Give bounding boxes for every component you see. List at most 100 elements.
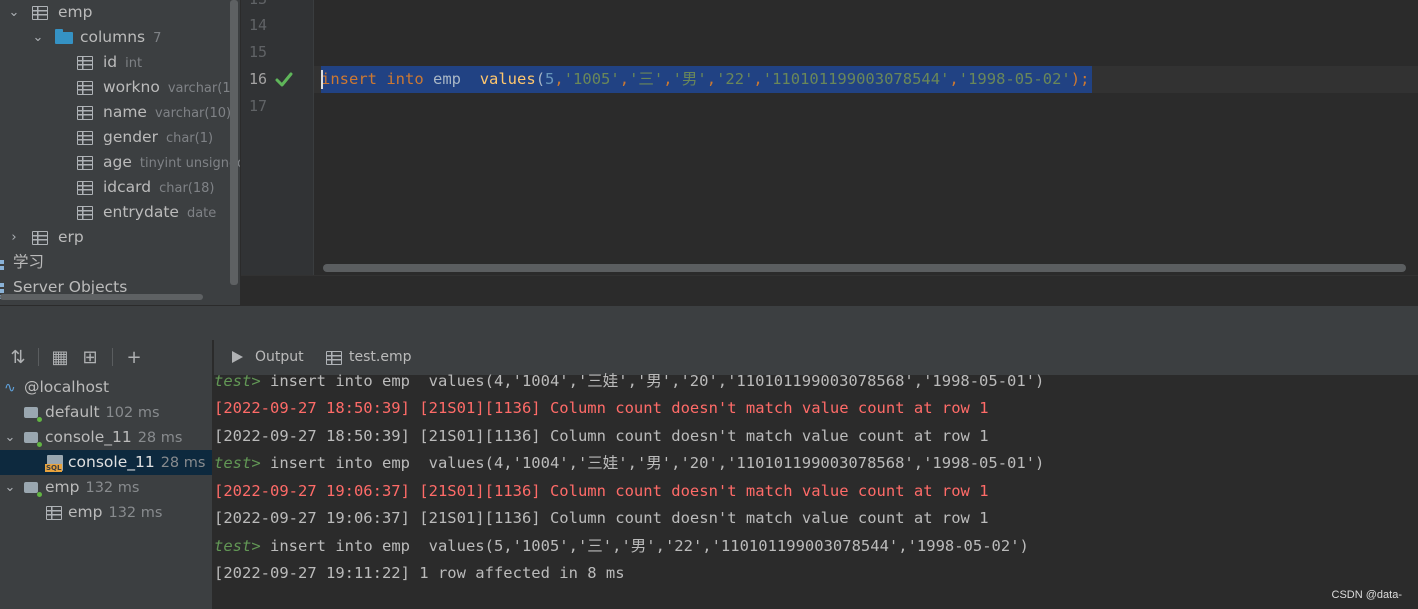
chevron-down-icon[interactable]: ⌄	[28, 25, 48, 50]
service-label: console_11	[45, 428, 132, 446]
columns-label: columns	[80, 28, 146, 46]
column-type: char(18)	[159, 181, 215, 196]
line-number-current: 16	[248, 70, 267, 88]
code-punct: ,	[753, 70, 763, 88]
gutter-separator	[313, 0, 314, 275]
output-command-line: test> insert into emp values(5,'1005','三…	[214, 533, 1029, 560]
tree-table-emp[interactable]: ⌄ emp	[0, 0, 240, 25]
tree-column-item[interactable]: id int	[0, 50, 240, 75]
service-label: console_11	[68, 453, 155, 471]
tree-column-item[interactable]: gender char(1)	[0, 125, 240, 150]
code-keyword: values	[479, 70, 536, 88]
code-string: '1998-05-02'	[958, 70, 1071, 88]
table-icon	[326, 351, 342, 365]
line-number: 17	[248, 97, 267, 115]
column-type: varchar(10)	[154, 106, 232, 121]
tree-column-item[interactable]: entrydate date	[0, 200, 240, 225]
table-icon	[32, 231, 48, 245]
code-string: '1005'	[563, 70, 620, 88]
editor-horizontal-scrollbar[interactable]	[323, 264, 1406, 272]
session-icon	[24, 482, 42, 497]
chevron-down-icon[interactable]: ⌄	[4, 0, 24, 25]
output-command-text: insert into emp values(4,'1004','三娃','男'…	[260, 454, 1045, 472]
services-toolbar: ⇅ ▦ ⊞ +	[0, 340, 212, 375]
code-punct: ,	[554, 70, 564, 88]
service-item-default[interactable]: default 102 ms	[0, 400, 212, 425]
column-name: id	[103, 53, 118, 71]
output-error-line: [2022-09-27 18:50:39] [21S01][1136] Colu…	[214, 399, 989, 417]
tree-column-item[interactable]: age tinyint unsigned	[0, 150, 240, 175]
tree-column-item[interactable]: idcard char(18)	[0, 175, 240, 200]
output-error-line: [2022-09-27 19:06:37] [21S01][1136] Colu…	[214, 482, 989, 500]
output-command-text: insert into emp values(5,'1005','三','男',…	[260, 537, 1029, 555]
code-line-selected[interactable]: insert into emp values(5,'1005','三','男',…	[321, 66, 1093, 93]
collapse-all-icon[interactable]: ⇅	[8, 348, 28, 368]
output-info-line: [2022-09-27 19:11:22] 1 row affected in …	[214, 564, 625, 582]
service-duration: 28 ms	[137, 430, 183, 446]
toolbar-separator	[112, 348, 113, 366]
service-item-console[interactable]: ⌄ console_11 28 ms	[0, 425, 212, 450]
mysql-dolphin-icon: ∿	[4, 380, 16, 396]
service-duration: 102 ms	[105, 405, 160, 421]
tree-vertical-scrollbar[interactable]	[230, 0, 238, 285]
service-label: default	[45, 403, 100, 421]
editor-gutter: 13 14 15 16 17	[241, 0, 313, 275]
tree-columns-text: columns 7	[80, 25, 161, 51]
tree-column-item[interactable]: workno varchar(10)	[0, 75, 240, 100]
output-info-line: [2022-09-27 19:06:37] [21S01][1136] Colu…	[214, 509, 989, 527]
code-string: '男'	[672, 70, 707, 88]
folder-icon	[55, 29, 73, 44]
column-name: workno	[103, 78, 160, 96]
database-tree: ⌄ emp ⌄ columns 7 id int workno varchar(10)…	[0, 0, 240, 305]
column-name: idcard	[103, 178, 152, 196]
add-icon[interactable]: +	[124, 348, 144, 368]
console-prompt: test>	[214, 454, 261, 472]
line-number: 15	[248, 43, 267, 61]
new-tab-icon[interactable]: ⊞	[80, 348, 100, 368]
table-icon	[46, 506, 62, 520]
sql-editor[interactable]: 13 14 15 16 17 insert into emp values(5,…	[241, 0, 1418, 306]
column-icon	[77, 156, 93, 170]
table-icon	[32, 6, 48, 20]
code-string: '22'	[716, 70, 754, 88]
column-type: tinyint unsigned	[139, 156, 240, 171]
service-duration: 28 ms	[160, 455, 206, 471]
service-item-console-selected[interactable]: SQL console_11 28 ms	[0, 450, 212, 475]
column-type: int	[125, 56, 143, 71]
service-item-emp-table[interactable]: emp 132 ms	[0, 500, 212, 525]
code-punct: ,	[949, 70, 959, 88]
code-identifier: emp	[433, 70, 462, 88]
column-name: age	[103, 153, 132, 171]
column-icon	[77, 56, 93, 70]
service-item-emp[interactable]: ⌄ emp 132 ms	[0, 475, 212, 500]
chevron-right-icon[interactable]: ›	[4, 225, 24, 250]
session-icon	[24, 407, 42, 422]
tree-table-erp[interactable]: › erp	[0, 225, 240, 250]
tree-schema[interactable]: 学习	[0, 250, 240, 275]
code-keyword: into	[386, 70, 424, 88]
schema-icon	[0, 260, 4, 264]
column-type: char(1)	[165, 131, 214, 146]
tree-columns-folder[interactable]: ⌄ columns 7	[0, 25, 240, 50]
panel-divider[interactable]	[0, 305, 1418, 341]
sql-console-icon: SQL	[45, 455, 63, 472]
chevron-down-icon[interactable]: ⌄	[0, 475, 20, 500]
tree-table-label: erp	[58, 228, 84, 246]
service-item-localhost[interactable]: ∿ @localhost	[0, 375, 212, 400]
editor-bottom-bar	[241, 275, 1418, 306]
output-info-line: [2022-09-27 18:50:39] [21S01][1136] Colu…	[214, 427, 989, 445]
tree-horizontal-scrollbar[interactable]	[0, 294, 203, 300]
column-type: date	[186, 206, 217, 221]
console-prompt: test>	[214, 537, 261, 555]
column-name: entrydate	[103, 203, 179, 221]
execution-success-check-icon[interactable]	[274, 70, 294, 90]
service-label: emp	[45, 478, 80, 496]
tree-table-label: emp	[58, 3, 93, 21]
tree-column-item[interactable]: name varchar(10)	[0, 100, 240, 125]
code-number: 5	[545, 70, 555, 88]
group-by-icon[interactable]: ▦	[50, 348, 70, 368]
line-number: 14	[248, 16, 267, 34]
watermark: CSDN @data-	[1331, 589, 1402, 601]
toolbar-separator	[38, 348, 39, 366]
chevron-down-icon[interactable]: ⌄	[0, 425, 20, 450]
